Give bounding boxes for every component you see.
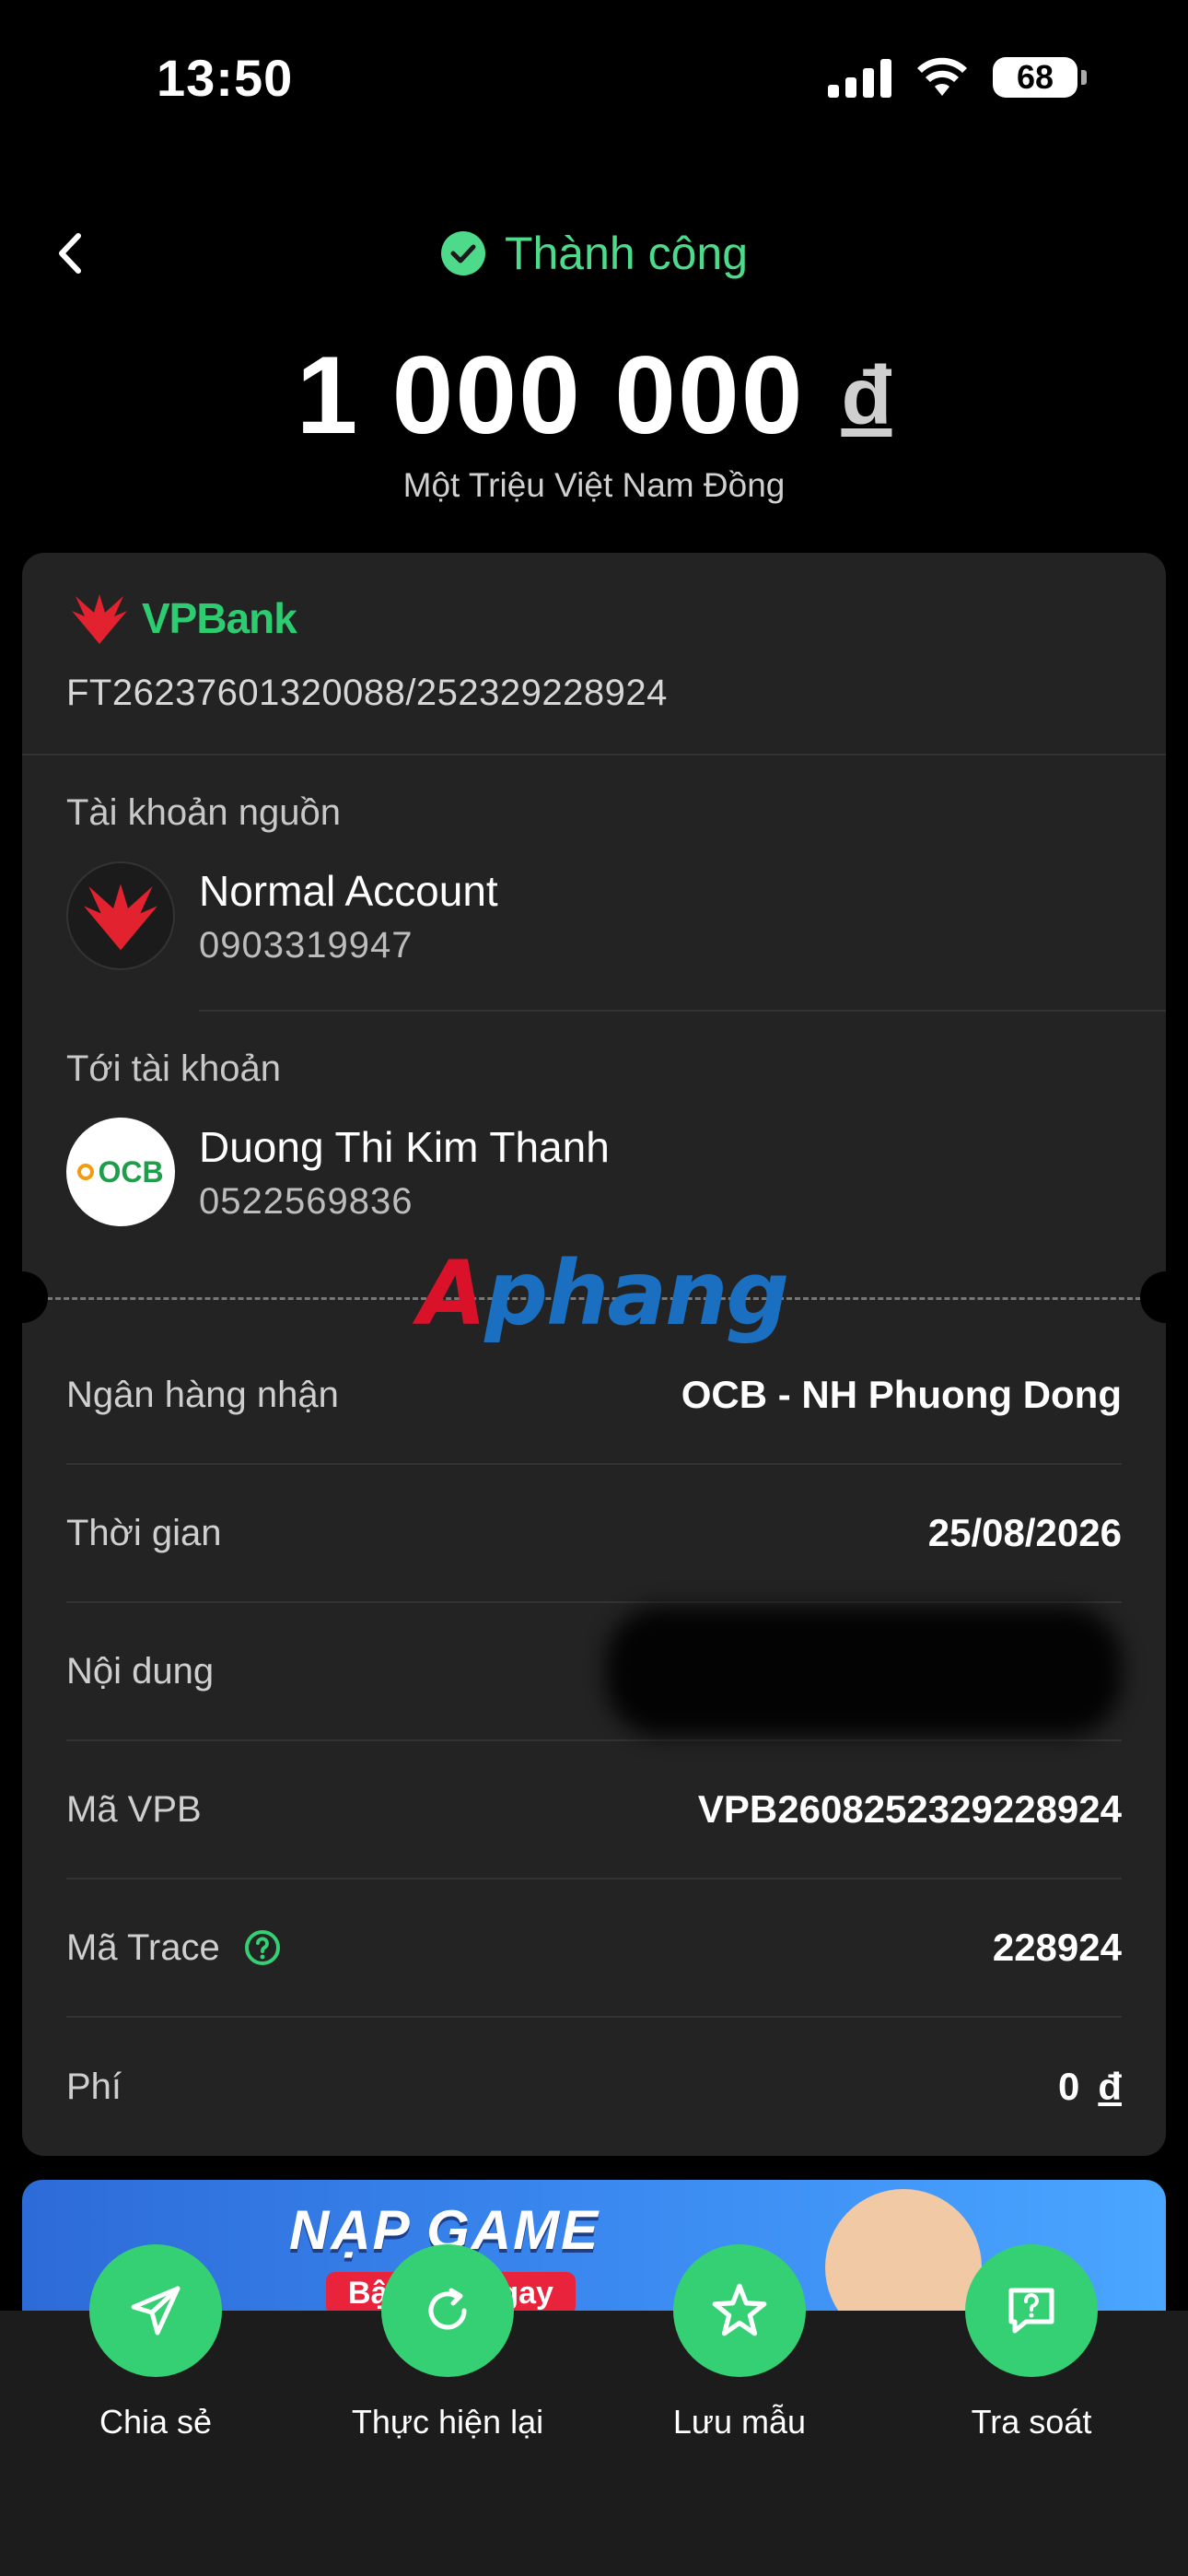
detail-row-vpb-code: Mã VPB VPB2608252329228924: [66, 1741, 1122, 1879]
battery-icon: 68: [993, 57, 1087, 98]
status-time: 13:50: [157, 49, 294, 107]
detail-row-receiving-bank: Ngân hàng nhận OCB - NH Phuong Dong: [66, 1327, 1122, 1465]
destination-account-number: 0522569836: [199, 1180, 413, 1222]
row-label: Thời gian: [66, 1512, 222, 1553]
row-value: 228924: [992, 1926, 1122, 1969]
detail-row-trace-code: Mã Trace 228924: [66, 1879, 1122, 2018]
row-label: Nội dung: [66, 1650, 215, 1692]
row-value: 25/08/2026: [927, 1511, 1122, 1554]
help-icon[interactable]: [244, 1929, 281, 1966]
fee-value: 0: [1057, 2065, 1080, 2108]
detail-row-time: Thời gian 25/08/2026: [66, 1465, 1122, 1603]
wifi-icon: [917, 57, 967, 96]
status-icons: 68: [828, 57, 1087, 98]
vpbank-avatar-icon: [84, 884, 157, 951]
redacted-content: [606, 1607, 1122, 1736]
destination-account-label: Tới tài khoản: [66, 1048, 282, 1089]
message-icon: [1008, 2288, 1054, 2334]
divider: [199, 1010, 1166, 1012]
battery-percent: 68: [1016, 58, 1054, 96]
star-icon: [712, 2283, 767, 2336]
row-value: VPB2608252329228924: [697, 1787, 1122, 1831]
card-notch-right: [1140, 1271, 1166, 1323]
inquiry-label: Tra soát: [971, 2403, 1092, 2441]
refresh-icon: [428, 2288, 467, 2330]
redo-label: Thực hiện lại: [351, 2403, 544, 2441]
amount: 1 000 000 đ: [0, 332, 1188, 459]
row-label: Phí: [66, 2066, 122, 2107]
ocb-logo-text: OCB: [98, 1154, 164, 1188]
inquiry-button[interactable]: Tra soát: [893, 2244, 1170, 2441]
vpbank-logo-text: VPBank: [142, 594, 297, 642]
card-header: VPBank FT26237601320088/252329228924: [22, 553, 1166, 755]
check-circle-icon: [440, 231, 485, 275]
fee-currency: đ: [1098, 2065, 1122, 2108]
source-account-name: Normal Account: [199, 866, 498, 915]
row-value: OCB - NH Phuong Dong: [681, 1373, 1122, 1416]
amount-value: 1 000 000: [296, 334, 805, 457]
vpbank-logo: VPBank: [66, 586, 1122, 650]
share-button[interactable]: Chia sẻ: [17, 2244, 294, 2441]
redo-button[interactable]: Thực hiện lại: [309, 2244, 586, 2441]
amount-in-words: Một Triệu Việt Nam Đồng: [402, 466, 786, 504]
destination-bank-avatar: OCB: [66, 1118, 175, 1226]
detail-row-content: Nội dung: [66, 1603, 1122, 1741]
signal-icon: [828, 57, 891, 98]
transaction-card: VPBank FT26237601320088/252329228924 Tài…: [22, 553, 1166, 2156]
row-label: Ngân hàng nhận: [66, 1374, 339, 1415]
vpbank-logo-icon: [72, 594, 127, 644]
card-notch-left: [22, 1271, 48, 1323]
row-label: Mã Trace: [66, 1926, 220, 1968]
source-account-label: Tài khoản nguồn: [66, 792, 342, 833]
amount-currency: đ: [841, 350, 892, 442]
send-icon: [131, 2286, 181, 2336]
details-list: Ngân hàng nhận OCB - NH Phuong Dong Thời…: [66, 1327, 1122, 2156]
source-account-number: 0903319947: [199, 924, 413, 966]
destination-account-name: Duong Thi Kim Thanh: [199, 1122, 610, 1171]
status-label: Thành công: [504, 228, 749, 279]
transaction-status: Thành công: [0, 227, 1188, 280]
share-label: Chia sẻ: [99, 2403, 213, 2441]
row-label: Mã VPB: [66, 1788, 202, 1830]
source-account: Tài khoản nguồn Normal Account 090331994…: [66, 792, 1166, 970]
source-bank-avatar: [66, 861, 175, 970]
ocb-logo: OCB: [77, 1154, 164, 1189]
status-bar: 13:50 68: [0, 0, 1188, 161]
detail-row-fee: Phí 0đ: [66, 2018, 1122, 2156]
save-template-button[interactable]: Lưu mẫu: [601, 2244, 878, 2441]
reference-code: FT26237601320088/252329228924: [66, 673, 668, 713]
save-template-label: Lưu mẫu: [672, 2403, 807, 2441]
destination-account: Tới tài khoản OCB Duong Thi Kim Thanh 05…: [66, 1048, 1166, 1226]
